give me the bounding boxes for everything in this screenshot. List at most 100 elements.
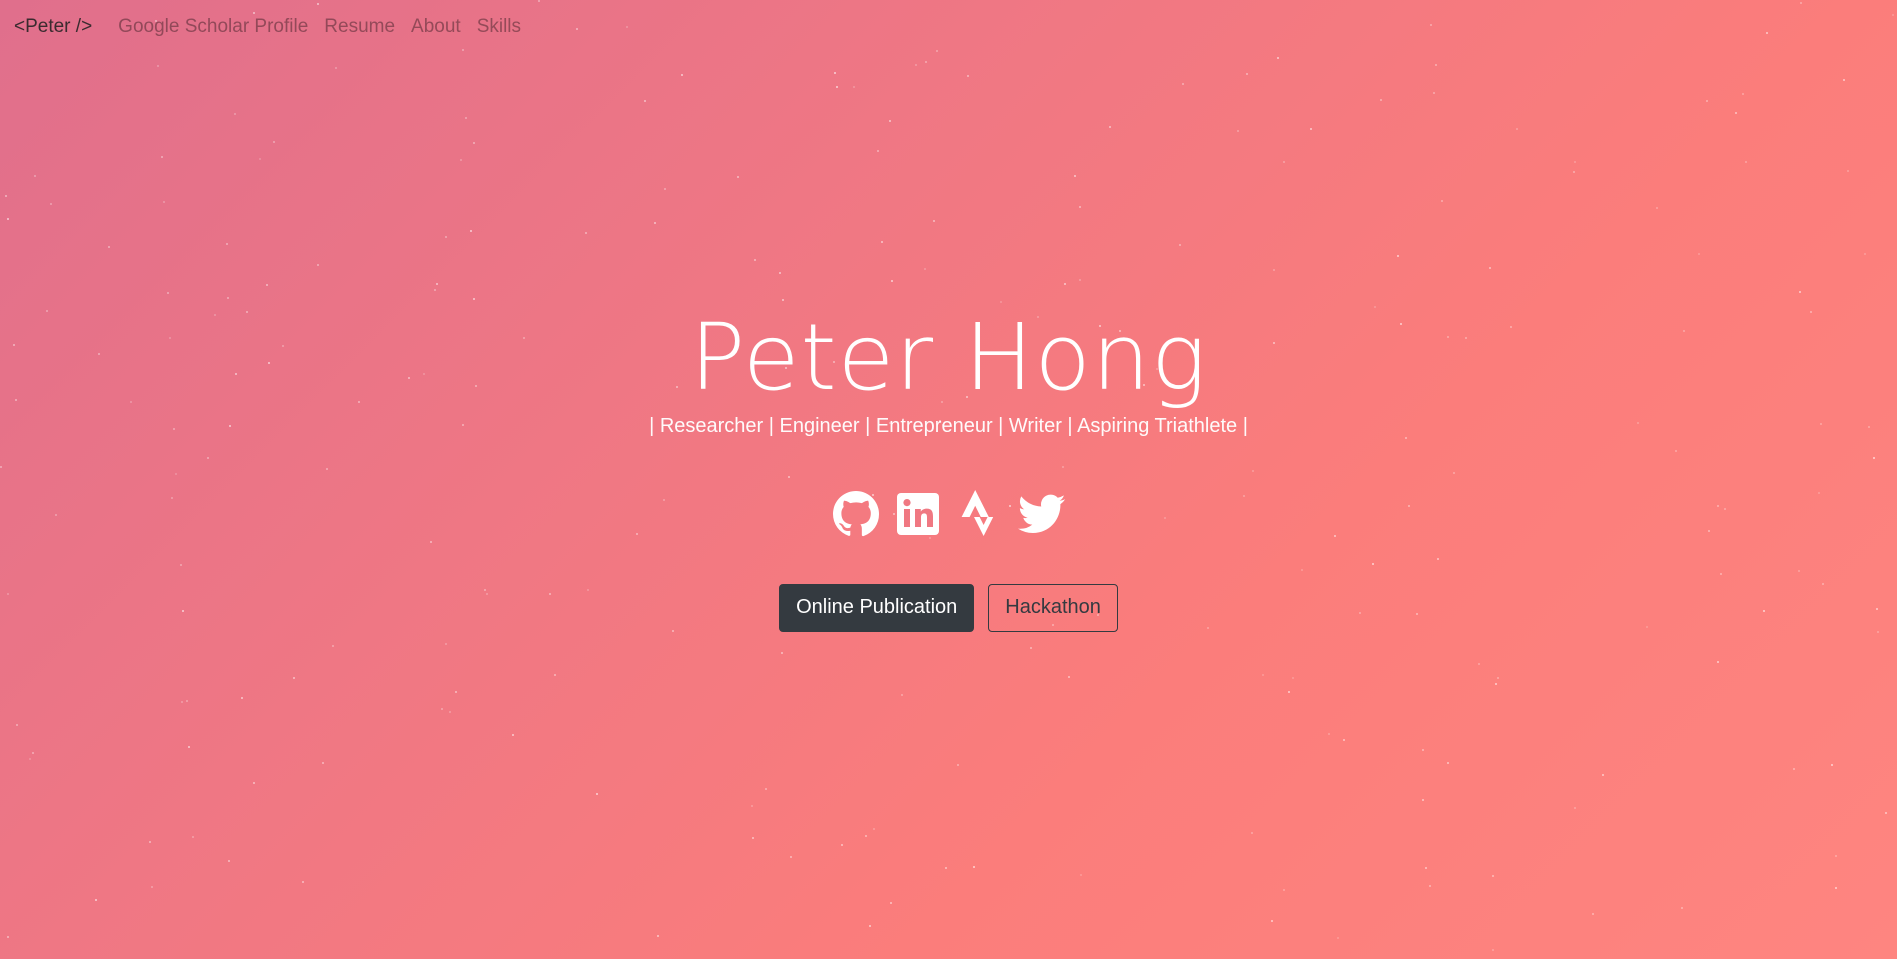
cta-buttons: Online Publication Hackathon [779, 583, 1118, 632]
star-dot [185, 700, 188, 703]
star-dot [1446, 761, 1449, 764]
star-dot [1741, 92, 1744, 95]
star-dot [332, 645, 335, 648]
star-dot [888, 119, 891, 122]
star-dot [301, 880, 304, 883]
star-dot [258, 157, 261, 160]
star-dot [16, 723, 18, 726]
star-dot [1342, 738, 1345, 741]
star-dot [6, 217, 9, 220]
tagline: | Researcher | Engineer | Entrepreneur |… [649, 414, 1248, 437]
star-dot [180, 701, 183, 704]
star-dot [596, 793, 599, 796]
star-dot [1282, 889, 1285, 892]
star-dot [932, 220, 935, 223]
star-dot [834, 72, 837, 75]
star-dot [148, 841, 151, 844]
star-dot [1288, 691, 1291, 694]
star-dot [225, 242, 228, 245]
star-dot [1063, 282, 1066, 285]
star-dot [967, 75, 970, 78]
hero-section: Peter Hong | Researcher | Engineer | Ent… [0, 304, 1897, 632]
star-dot [781, 298, 784, 301]
nav-link-resume[interactable]: Resume [324, 16, 395, 38]
star-dot [50, 203, 53, 206]
star-dot [880, 240, 883, 243]
star-dot [1491, 875, 1494, 878]
star-dot [1885, 811, 1888, 814]
nav-link-skills[interactable]: Skills [477, 16, 521, 38]
star-dot [890, 279, 893, 282]
star-dot [1434, 63, 1437, 66]
star-dot [890, 902, 893, 905]
star-dot [778, 272, 781, 275]
star-dot [1328, 732, 1331, 735]
page-title: Peter Hong [689, 304, 1208, 411]
star-dot [1251, 832, 1254, 835]
star-dot [1261, 674, 1264, 677]
star-dot [1068, 675, 1071, 678]
star-dot [1379, 98, 1382, 101]
strava-icon[interactable] [956, 489, 1004, 538]
hackathon-button[interactable]: Hackathon [988, 583, 1118, 632]
star-dot [157, 65, 160, 68]
star-dot [924, 267, 927, 270]
star-dot [1573, 161, 1576, 164]
star-dot [187, 745, 190, 748]
star-dot [31, 752, 34, 755]
github-icon[interactable] [832, 490, 880, 538]
star-dot [1574, 806, 1577, 809]
online-publication-button[interactable]: Online Publication [779, 583, 975, 632]
star-dot [653, 221, 656, 224]
top-navbar: <Peter /> Google Scholar Profile Resume … [0, 0, 1897, 54]
star-dot [1277, 57, 1280, 60]
star-dot [751, 804, 754, 807]
star-dot [764, 788, 767, 791]
star-dot [1079, 206, 1082, 209]
linkedin-icon[interactable] [894, 490, 942, 538]
nav-link-google-scholar[interactable]: Google Scholar Profile [118, 16, 308, 38]
star-dot [1864, 253, 1867, 256]
star-dot [864, 834, 867, 837]
star-dot [1270, 919, 1273, 922]
nav-link-about[interactable]: About [411, 16, 461, 38]
star-dot [945, 867, 948, 870]
star-dot [454, 691, 457, 694]
twitter-icon[interactable] [1017, 490, 1066, 538]
star-dot [1109, 126, 1112, 129]
star-dot [1079, 279, 1082, 282]
star-dot [1835, 886, 1838, 889]
star-dot [1282, 161, 1285, 164]
star-dot [1744, 160, 1747, 163]
star-dot [1310, 127, 1313, 130]
star-dot [433, 288, 436, 291]
star-dot [459, 159, 462, 162]
star-dot [1373, 306, 1376, 309]
star-dot [335, 67, 338, 70]
star-dot [1073, 175, 1076, 178]
star-dot [781, 651, 784, 654]
star-dot [751, 836, 754, 839]
star-dot [841, 844, 844, 847]
star-dot [737, 175, 740, 178]
star-dot [1573, 170, 1576, 173]
star-dot [292, 676, 295, 679]
star-dot [1428, 884, 1431, 887]
star-dot [94, 898, 97, 901]
star-dot [1497, 677, 1500, 680]
star-dot [754, 259, 757, 262]
star-dot [1245, 73, 1248, 76]
star-dot [925, 61, 928, 64]
star-dot [1592, 912, 1595, 915]
brand-logo[interactable]: <Peter /> [14, 16, 92, 38]
star-dot [681, 73, 684, 76]
star-dot [1830, 764, 1833, 767]
star-dot [28, 757, 31, 760]
star-dot [150, 886, 153, 889]
star-dot [227, 297, 230, 300]
star-dot [512, 733, 515, 736]
star-dot [1421, 799, 1424, 802]
star-dot [657, 935, 660, 938]
star-dot [915, 63, 918, 66]
star-dot [464, 116, 467, 119]
